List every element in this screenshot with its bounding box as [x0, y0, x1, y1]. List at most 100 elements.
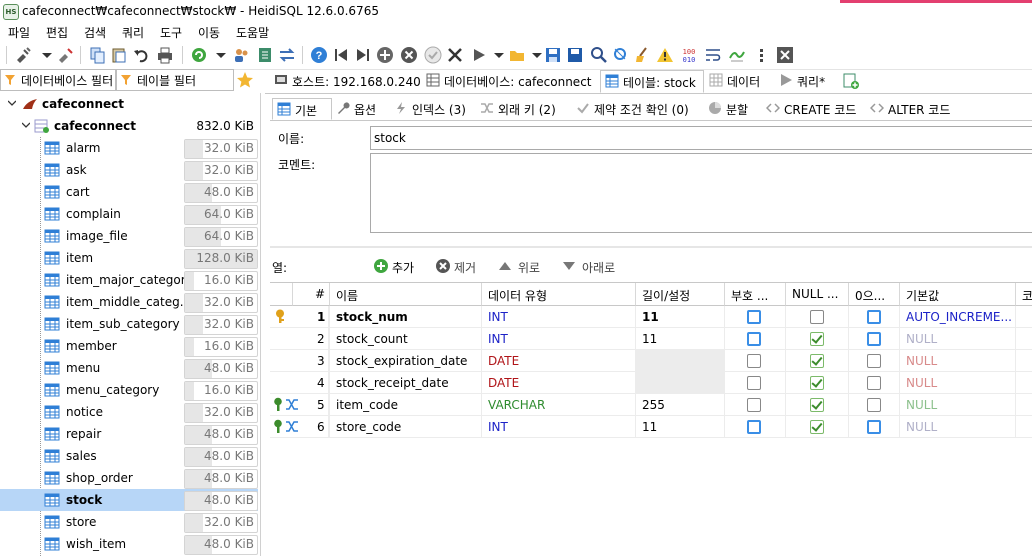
- tree-table-item-major-category[interactable]: item_major_category 16.0 KiB: [0, 269, 258, 291]
- export-icon[interactable]: [256, 46, 274, 64]
- table-filter-input[interactable]: 테이블 필터: [116, 69, 234, 91]
- zerofill-checkbox[interactable]: [867, 376, 881, 390]
- tree-table-stock[interactable]: stock 48.0 KiB: [0, 489, 258, 511]
- tree-database-node[interactable]: cafeconnect 832.0 KiB: [0, 115, 258, 137]
- close-tab-icon[interactable]: [776, 46, 794, 64]
- binary-icon[interactable]: 100010: [680, 46, 698, 64]
- run-icon[interactable]: [470, 46, 488, 64]
- tree-table-menu[interactable]: menu 48.0 KiB: [0, 357, 258, 379]
- grid-header-name[interactable]: 이름: [330, 283, 482, 306]
- word-wrap-icon[interactable]: [704, 46, 722, 64]
- tree-table-notice[interactable]: notice 32.0 KiB: [0, 401, 258, 423]
- table-row[interactable]: 1 stock_num INT 11 AUTO_INCREME...: [270, 306, 1032, 328]
- tree-table-complain[interactable]: complain 64.0 KiB: [0, 203, 258, 225]
- more-icon[interactable]: [752, 46, 770, 64]
- column-length[interactable]: 11: [642, 420, 657, 434]
- format-sql-icon[interactable]: [728, 46, 746, 64]
- grid-header-comment[interactable]: 코: [1016, 283, 1032, 306]
- refresh-icon[interactable]: [190, 46, 208, 64]
- grid-header-length[interactable]: 길이/설정: [636, 283, 725, 306]
- disconnect-icon[interactable]: [56, 46, 74, 64]
- column-default[interactable]: NULL: [906, 332, 937, 346]
- dropdown-arrow-icon[interactable]: [490, 46, 508, 64]
- database-filter-input[interactable]: 데이터베이스 필터: [0, 69, 116, 91]
- tree-table-item-middle-categ[interactable]: item_middle_categ... 32.0 KiB: [0, 291, 258, 313]
- subtab-basic[interactable]: 기본: [272, 98, 332, 120]
- unsigned-checkbox[interactable]: [747, 398, 761, 412]
- save-icon[interactable]: [544, 46, 562, 64]
- chevron-down-icon[interactable]: [8, 99, 16, 107]
- tab-query[interactable]: 쿼리*: [775, 70, 837, 91]
- tab-database[interactable]: 데이터베이스: cafeconnect: [422, 70, 598, 91]
- column-length[interactable]: 11: [642, 332, 657, 346]
- tree-server-node[interactable]: cafeconnect: [0, 93, 258, 115]
- tree-table-wish-item[interactable]: wish_item 48.0 KiB: [0, 533, 258, 555]
- table-row[interactable]: 3 stock_expiration_date DATE NULL: [270, 350, 1032, 372]
- menu-goto[interactable]: 이동: [198, 24, 220, 41]
- unsigned-checkbox[interactable]: [747, 310, 761, 324]
- connect-icon[interactable]: [14, 46, 32, 64]
- first-record-icon[interactable]: [332, 46, 350, 64]
- tree-table-item-sub-category[interactable]: item_sub_category 32.0 KiB: [0, 313, 258, 335]
- allow-null-checkbox[interactable]: [810, 354, 824, 368]
- column-datatype[interactable]: DATE: [488, 376, 519, 390]
- column-name[interactable]: stock_expiration_date: [336, 354, 467, 368]
- table-row[interactable]: 4 stock_receipt_date DATE NULL: [270, 372, 1032, 394]
- allow-null-checkbox[interactable]: [810, 310, 824, 324]
- save-as-icon[interactable]: [566, 46, 584, 64]
- splitter[interactable]: [270, 246, 1032, 248]
- grid-header-allow-null[interactable]: NULL ...: [786, 283, 849, 306]
- allow-null-checkbox[interactable]: [810, 376, 824, 390]
- column-name[interactable]: stock_receipt_date: [336, 376, 449, 390]
- subtab-alter-code[interactable]: ALTER 코드: [866, 98, 958, 118]
- open-folder-icon[interactable]: [508, 46, 526, 64]
- tree-table-shop-order[interactable]: shop_order 48.0 KiB: [0, 467, 258, 489]
- allow-null-checkbox[interactable]: [810, 420, 824, 434]
- grid-header-datatype[interactable]: 데이터 유형: [482, 283, 636, 306]
- last-record-icon[interactable]: [354, 46, 372, 64]
- column-datatype[interactable]: DATE: [488, 354, 519, 368]
- dropdown-arrow-icon[interactable]: [212, 46, 230, 64]
- allow-null-checkbox[interactable]: [810, 332, 824, 346]
- tree-table-ask[interactable]: ask 32.0 KiB: [0, 159, 258, 181]
- tree-table-cart[interactable]: cart 48.0 KiB: [0, 181, 258, 203]
- zerofill-checkbox[interactable]: [867, 354, 881, 368]
- tab-host[interactable]: 호스트: 192.168.0.240: [270, 70, 421, 91]
- cancel-icon[interactable]: [446, 46, 464, 64]
- tree-table-alarm[interactable]: alarm 32.0 KiB: [0, 137, 258, 159]
- replace-icon[interactable]: [612, 46, 630, 64]
- column-name[interactable]: item_code: [336, 398, 398, 412]
- zerofill-checkbox[interactable]: [867, 420, 881, 434]
- add-record-icon[interactable]: [376, 46, 394, 64]
- menu-edit[interactable]: 편집: [46, 24, 68, 41]
- menu-query[interactable]: 쿼리: [122, 24, 144, 41]
- column-default[interactable]: NULL: [906, 354, 937, 368]
- column-datatype[interactable]: INT: [488, 420, 508, 434]
- zerofill-checkbox[interactable]: [867, 398, 881, 412]
- zerofill-checkbox[interactable]: [867, 332, 881, 346]
- tab-table[interactable]: 테이블: stock: [600, 70, 704, 93]
- subtab-partitions[interactable]: 분할: [704, 98, 758, 118]
- zerofill-checkbox[interactable]: [867, 310, 881, 324]
- favorites-star-icon[interactable]: [236, 71, 254, 89]
- chevron-down-icon[interactable]: [22, 121, 30, 129]
- column-default[interactable]: NULL: [906, 376, 937, 390]
- menu-search[interactable]: 검색: [84, 24, 106, 41]
- grid-header-zerofill[interactable]: 0으...: [849, 283, 900, 306]
- column-name[interactable]: stock_count: [336, 332, 408, 346]
- post-record-icon[interactable]: [424, 46, 442, 64]
- paste-icon[interactable]: [110, 46, 128, 64]
- subtab-check-constraints[interactable]: 제약 조건 확인 (0): [572, 98, 700, 118]
- tab-data[interactable]: 데이터: [705, 70, 773, 91]
- column-default[interactable]: AUTO_INCREME...: [906, 310, 1012, 324]
- column-datatype[interactable]: VARCHAR: [488, 398, 545, 412]
- column-datatype[interactable]: INT: [488, 332, 508, 346]
- tree-table-item[interactable]: item 128.0 KiB: [0, 247, 258, 269]
- find-icon[interactable]: [590, 46, 608, 64]
- menu-tools[interactable]: 도구: [160, 24, 182, 41]
- column-default[interactable]: NULL: [906, 420, 937, 434]
- tree-table-repair[interactable]: repair 48.0 KiB: [0, 423, 258, 445]
- grid-header-unsigned[interactable]: 부호 ...: [725, 283, 786, 306]
- warning-icon[interactable]: [656, 46, 674, 64]
- unsigned-checkbox[interactable]: [747, 332, 761, 346]
